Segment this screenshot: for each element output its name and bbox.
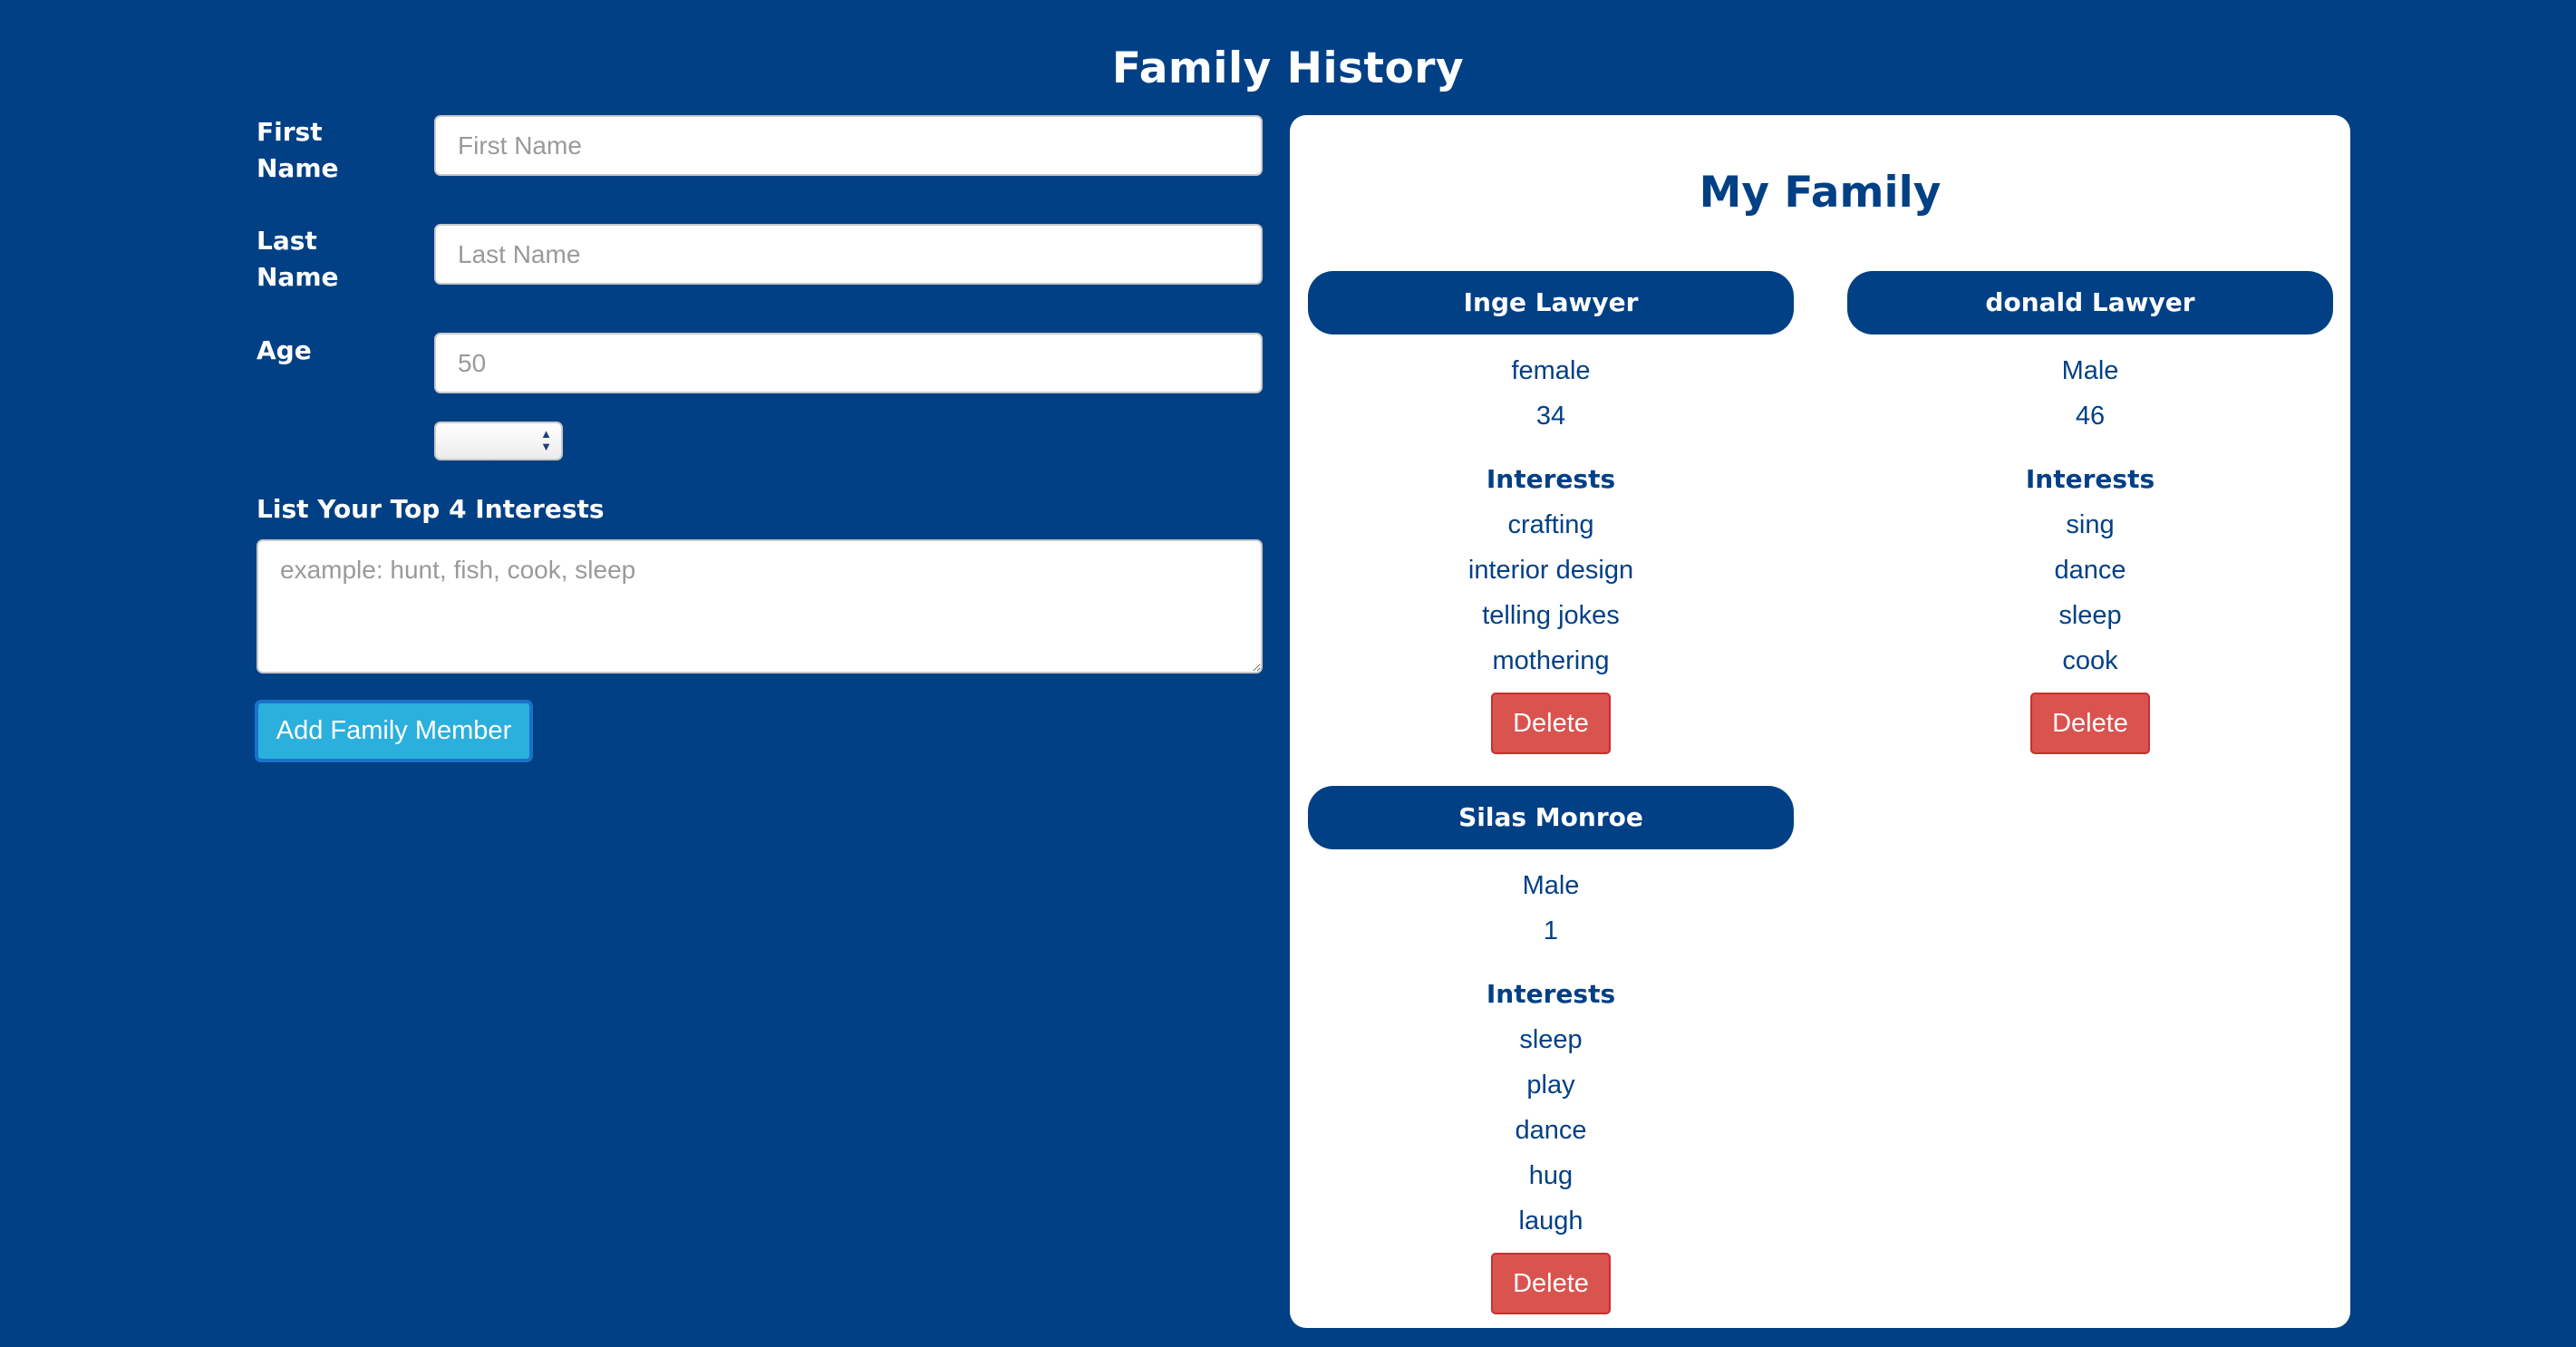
member-card: Inge Lawyer female 34 Interests crafting… (1308, 271, 1794, 754)
member-gender: female (1511, 356, 1591, 385)
interest-item: laugh (1518, 1206, 1583, 1236)
interest-item: dance (1515, 1116, 1587, 1145)
member-name: Silas Monroe (1308, 786, 1794, 849)
member-age: 34 (1535, 402, 1566, 431)
first-name-label-line2: Name (257, 153, 339, 183)
interest-item: crafting (1507, 510, 1594, 539)
member-gender: Male (1522, 871, 1580, 900)
last-name-label-line2: Name (257, 262, 339, 292)
age-label: Age (257, 335, 312, 365)
first-name-label: First Name (257, 114, 339, 187)
member-age: 46 (2075, 402, 2106, 431)
member-gender: Male (2061, 356, 2119, 385)
first-name-label-line1: First (257, 117, 323, 147)
member-card: donald Lawyer Male 46 Interests sing dan… (1847, 271, 2333, 754)
interests-heading: Interests (1486, 464, 1616, 494)
interest-item: sleep (2058, 601, 2122, 630)
last-name-label: Last Name (257, 223, 339, 296)
first-name-input[interactable] (434, 115, 1263, 176)
select-arrows-icon: ▲ ▼ (540, 427, 552, 453)
last-name-input[interactable] (434, 224, 1263, 285)
member-name: donald Lawyer (1847, 271, 2333, 334)
interest-item: telling jokes (1482, 601, 1620, 630)
last-name-label-line1: Last (257, 226, 317, 256)
interest-item: cook (2062, 646, 2118, 675)
interests-textarea[interactable] (257, 539, 1263, 674)
member-name: Inge Lawyer (1308, 271, 1794, 334)
interests-label: List Your Top 4 Interests (257, 494, 605, 524)
page-title: Family History (1111, 44, 1465, 93)
interest-item: play (1526, 1071, 1575, 1100)
interest-item: dance (2054, 556, 2126, 585)
delete-button[interactable]: Delete (1491, 693, 1611, 754)
interest-item: hug (1528, 1161, 1574, 1190)
interest-item: mothering (1492, 646, 1610, 675)
interests-heading: Interests (1486, 979, 1616, 1009)
gender-select[interactable]: ▲ ▼ (434, 422, 563, 460)
add-family-member-button[interactable]: Add Family Member (255, 700, 533, 762)
delete-button[interactable]: Delete (2030, 693, 2150, 754)
member-age: 1 (1543, 916, 1559, 945)
my-family-panel: My Family Inge Lawyer female 34 Interest… (1290, 115, 2350, 1328)
interest-item: sing (2066, 510, 2115, 539)
delete-button[interactable]: Delete (1491, 1253, 1611, 1314)
my-family-title: My Family (1699, 168, 1942, 218)
interests-heading: Interests (2025, 464, 2155, 494)
member-card: Silas Monroe Male 1 Interests sleep play… (1308, 786, 1794, 1314)
interest-item: interior design (1467, 556, 1634, 585)
age-input[interactable] (434, 333, 1263, 393)
interest-item: sleep (1519, 1025, 1583, 1054)
